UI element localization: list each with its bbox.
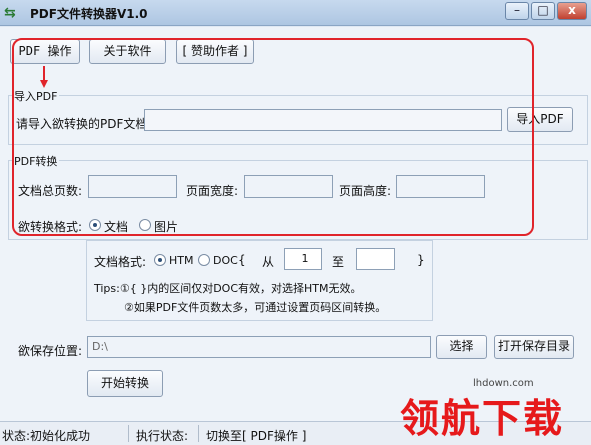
site-watermark: lhdown.com 领航下载: [395, 378, 587, 442]
close-button[interactable]: x: [557, 2, 587, 20]
highlight-box: [12, 38, 534, 236]
document-format-label: 文档格式:: [94, 255, 147, 269]
doc-radio[interactable]: [198, 254, 210, 266]
doc-label: DOC: [213, 254, 238, 267]
range-brace-open: {: [238, 253, 246, 267]
exec-status-label: 执行状态:: [136, 429, 189, 443]
tip-line-1: Tips:①{ }内的区间仅对DOC有效，对选择HTM无效。: [94, 282, 362, 295]
htm-label: HTM: [169, 254, 194, 267]
save-path-input[interactable]: D:\: [87, 336, 431, 358]
window-title: PDF文件转换器V1.0: [30, 7, 148, 21]
start-convert-button[interactable]: 开始转换: [87, 370, 163, 397]
watermark-text: 领航下载: [400, 397, 565, 442]
app-arrows-icon: ⇆: [4, 5, 16, 21]
status-separator: [128, 425, 129, 442]
range-to-input[interactable]: [356, 248, 395, 270]
range-from-label: 从: [262, 255, 275, 269]
exec-status-value: 切换至[ PDF操作 ]: [206, 429, 307, 443]
down-arrow-icon: [40, 66, 48, 88]
status-separator: [198, 425, 199, 442]
title-bar: ⇆ PDF文件转换器V1.0 – □ x: [0, 0, 591, 26]
tip-line-2: ②如果PDF文件页数太多，可通过设置页码区间转换。: [124, 301, 387, 314]
choose-folder-button[interactable]: 选择: [436, 335, 487, 359]
htm-radio[interactable]: [154, 254, 166, 266]
status-text: 状态:初始化成功: [2, 429, 91, 443]
open-save-dir-button[interactable]: 打开保存目录: [494, 335, 574, 359]
maximize-button[interactable]: □: [531, 2, 555, 20]
save-location-label: 欲保存位置:: [18, 344, 83, 358]
range-to-label: 至: [332, 255, 345, 269]
range-from-input[interactable]: 1: [284, 248, 322, 270]
minimize-button[interactable]: –: [505, 2, 529, 20]
range-brace-close: }: [417, 253, 425, 267]
